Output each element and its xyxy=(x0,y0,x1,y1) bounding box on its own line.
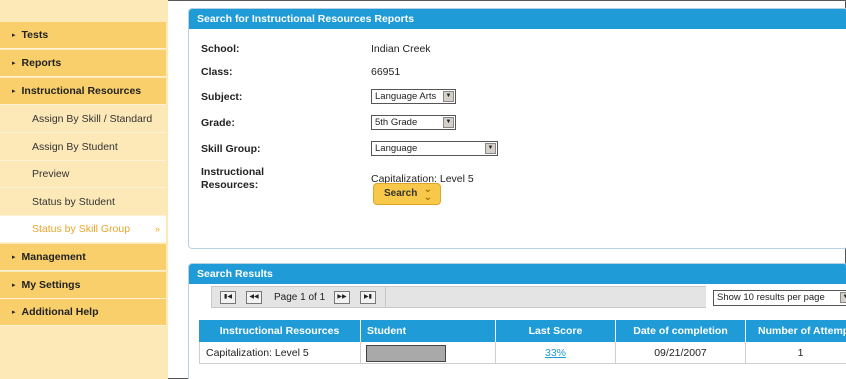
skill-group-select[interactable]: Language ▼ xyxy=(371,141,498,156)
sidebar-item-status-by-student[interactable]: Status by Student xyxy=(0,189,166,216)
instructional-resources-label-line2: Resources: xyxy=(201,179,259,191)
cell-student xyxy=(361,342,496,364)
chevron-down-icon: ▼ xyxy=(485,143,496,154)
instructional-resources-label: Instructional Resources: xyxy=(201,166,264,192)
last-score-link[interactable]: 33% xyxy=(545,347,566,359)
arrow-right-icon: ▸ xyxy=(12,309,16,316)
results-per-page-value: Show 10 results per page xyxy=(717,292,825,303)
redacted-student-name xyxy=(366,345,446,362)
sidebar-item-label: Assign By Student xyxy=(32,141,118,153)
sidebar-item-label: Instructional Resources xyxy=(21,85,142,97)
column-header-instructional-resources[interactable]: Instructional Resources xyxy=(199,320,361,342)
sidebar-item-label: Preview xyxy=(32,168,70,180)
sidebar: ▸ Tests ▸ Reports ▸ Instructional Resour… xyxy=(0,0,168,379)
search-panel-title: Search for Instructional Resources Repor… xyxy=(189,9,846,29)
sidebar-item-management[interactable]: ▸ Management xyxy=(0,244,166,271)
arrow-right-icon: ▸ xyxy=(12,60,16,67)
sidebar-item-additional-help[interactable]: ▸ Additional Help xyxy=(0,299,166,326)
double-chevron-right-icon: » xyxy=(154,224,160,234)
school-value: Indian Creek xyxy=(371,43,431,55)
sidebar-item-label: Management xyxy=(21,251,86,263)
class-value: 66951 xyxy=(371,66,401,78)
next-page-icon[interactable]: ▶▶ xyxy=(334,291,350,304)
column-header-number-of-attempts[interactable]: Number of Attempts xyxy=(746,320,846,342)
sidebar-item-label: Assign By Skill / Standard xyxy=(32,113,153,125)
subject-select[interactable]: Language Arts ▼ xyxy=(371,89,456,104)
column-header-last-score[interactable]: Last Score xyxy=(496,320,616,342)
sidebar-item-reports[interactable]: ▸ Reports xyxy=(0,50,166,77)
arrow-right-icon: ▸ xyxy=(12,32,16,39)
cell-attempts: 1 xyxy=(746,342,846,364)
sidebar-item-label: Tests xyxy=(21,29,49,41)
results-panel-title: Search Results xyxy=(189,264,846,284)
pager-bar xyxy=(386,286,706,308)
first-page-icon[interactable]: ▮◀ xyxy=(220,291,236,304)
cell-resource: Capitalization: Level 5 xyxy=(199,342,361,364)
chevron-down-icon: ▼ xyxy=(840,292,846,303)
grade-label: Grade: xyxy=(201,117,235,129)
search-panel: Search for Instructional Resources Repor… xyxy=(188,8,846,249)
grade-select-value: 5th Grade xyxy=(375,117,418,128)
chevron-down-icon: ▼ xyxy=(443,117,454,128)
sidebar-item-preview[interactable]: Preview xyxy=(0,161,166,188)
last-page-icon[interactable]: ▶▮ xyxy=(360,291,376,304)
sidebar-item-my-settings[interactable]: ▸ My Settings xyxy=(0,272,166,299)
sidebar-item-instructional-resources[interactable]: ▸ Instructional Resources xyxy=(0,78,166,105)
instructional-resources-label-line1: Instructional xyxy=(201,166,265,178)
sidebar-item-assign-by-student[interactable]: Assign By Student xyxy=(0,134,166,161)
arrow-right-icon: ▸ xyxy=(12,88,16,95)
skill-group-select-value: Language xyxy=(375,143,418,154)
arrow-right-icon: ▸ xyxy=(12,254,16,261)
results-panel: Search Results ▮◀ ◀◀ Page 1 of 1 ▶▶ ▶▮ S… xyxy=(188,263,846,379)
prev-page-icon[interactable]: ◀◀ xyxy=(246,291,262,304)
sidebar-item-assign-by-skill[interactable]: Assign By Skill / Standard xyxy=(0,106,166,133)
class-label: Class: xyxy=(201,66,233,78)
school-label: School: xyxy=(201,43,240,55)
subject-select-value: Language Arts xyxy=(375,91,437,102)
column-header-student[interactable]: Student xyxy=(361,320,496,342)
chevron-down-icon: ▼ xyxy=(443,91,454,102)
search-button-label: Search xyxy=(384,188,418,199)
cell-last-score: 33% xyxy=(496,342,616,364)
sidebar-item-label: Additional Help xyxy=(21,306,99,318)
sidebar-item-label: Status by Skill Group xyxy=(32,223,131,235)
sidebar-item-label: My Settings xyxy=(21,279,81,291)
sidebar-item-tests[interactable]: ▸ Tests xyxy=(0,22,166,49)
pager: ▮◀ ◀◀ Page 1 of 1 ▶▶ ▶▮ xyxy=(211,286,386,308)
sidebar-item-label: Reports xyxy=(21,57,62,69)
results-per-page-select[interactable]: Show 10 results per page ▼ xyxy=(713,290,846,306)
sidebar-item-label: Status by Student xyxy=(32,196,115,208)
skill-group-label: Skill Group: xyxy=(201,143,261,155)
double-chevron-down-icon: ⌄ ⌄ xyxy=(423,184,432,203)
grade-select[interactable]: 5th Grade ▼ xyxy=(371,115,456,130)
cell-date: 09/21/2007 xyxy=(616,342,746,364)
arrow-right-icon: ▸ xyxy=(12,282,16,289)
sidebar-item-status-by-skill-group[interactable]: Status by Skill Group » xyxy=(0,216,166,243)
subject-label: Subject: xyxy=(201,91,243,103)
page-indicator: Page 1 of 1 xyxy=(274,292,326,303)
column-header-date-of-completion[interactable]: Date of completion xyxy=(616,320,746,342)
search-button[interactable]: Search ⌄ ⌄ xyxy=(373,183,441,205)
